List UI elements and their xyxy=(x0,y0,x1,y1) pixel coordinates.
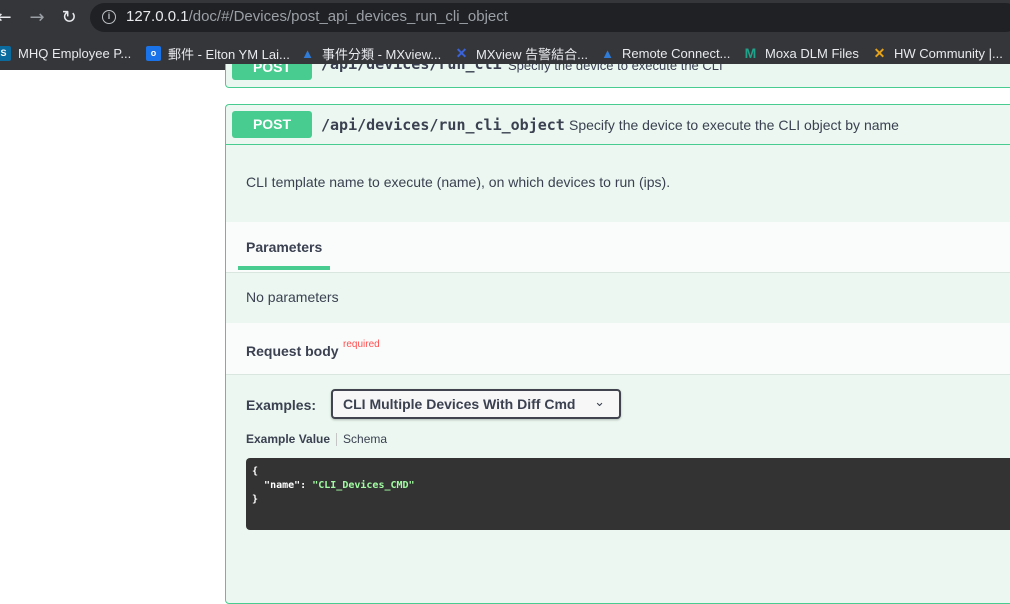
url-host: 127.0.0.1 xyxy=(126,8,189,25)
operation-summary: Specify the device to execute the CLI xyxy=(508,64,723,73)
code-line: { xyxy=(252,466,259,477)
bookmark-item[interactable]: ✕ HW Community |... xyxy=(872,42,1003,64)
bookmark-label: Moxa DLM Files xyxy=(765,45,859,61)
operation-path: /api/devices/run_cli_object xyxy=(321,116,565,134)
example-tabs: Example Value Schema xyxy=(246,432,387,447)
address-bar[interactable]: i 127.0.0.1/doc/#/Devices/post_api_devic… xyxy=(90,3,1010,32)
forward-arrow-icon[interactable]: → xyxy=(25,6,49,30)
tab-example-value[interactable]: Example Value xyxy=(246,432,330,446)
example-code-block: { "name": "CLI_Devices_CMD" } xyxy=(246,458,1010,530)
parameters-header: Parameters xyxy=(226,222,1010,273)
operation-description: CLI template name to execute (name), on … xyxy=(246,174,671,190)
bookmark-label: HW Community |... xyxy=(894,45,1003,61)
url-path: /doc/#/Devices/post_api_devices_run_cli_… xyxy=(188,8,508,25)
swagger-page: POST /api/devices/run_cli Specify the de… xyxy=(0,64,1010,604)
json-string-value: "CLI_Devices_CMD" xyxy=(312,480,415,491)
code-line: } xyxy=(252,494,259,505)
method-badge: POST xyxy=(232,111,312,138)
mxview-icon: ✕ xyxy=(455,44,468,61)
request-body-header: Request body required xyxy=(226,323,1010,375)
divider xyxy=(226,272,1010,273)
bookmark-item[interactable]: o 郵件 - Elton YM Lai... xyxy=(146,42,290,64)
json-key: "name" xyxy=(264,480,301,491)
active-tab-underline xyxy=(238,266,330,270)
back-arrow-icon[interactable]: ← xyxy=(0,6,16,30)
bookmark-item[interactable]: M Moxa DLM Files xyxy=(743,42,859,64)
bookmark-item[interactable]: S MHQ Employee P... xyxy=(0,42,131,64)
bookmark-label: Remote Connect... xyxy=(622,45,731,61)
bookmark-label: MXview 告警結合... xyxy=(476,46,588,62)
reload-icon[interactable]: ↻ xyxy=(57,6,81,30)
request-body-title: Request body xyxy=(246,343,339,359)
azure-devops-icon: ▲ xyxy=(301,45,314,61)
tab-divider xyxy=(336,433,338,447)
previous-operation-block[interactable]: POST /api/devices/run_cli Specify the de… xyxy=(225,64,1010,88)
bookmark-label: 事件分類 - MXview... xyxy=(322,46,442,62)
url-text[interactable]: 127.0.0.1/doc/#/Devices/post_api_devices… xyxy=(126,8,508,25)
operation-summary-bar[interactable]: POST /api/devices/run_cli_object Specify… xyxy=(226,105,1010,145)
bookmark-item[interactable]: ▲ Remote Connect... xyxy=(600,42,730,64)
examples-select[interactable]: CLI Multiple Devices With Diff Cmd ⌄ xyxy=(331,389,621,419)
moxa-icon: M xyxy=(744,44,757,61)
json-colon: : xyxy=(300,480,313,491)
bookmark-label: 郵件 - Elton YM Lai... xyxy=(168,46,290,62)
outlook-icon: o xyxy=(146,45,161,61)
examples-label: Examples: xyxy=(246,397,317,413)
operation-block: POST /api/devices/run_cli_object Specify… xyxy=(225,104,1010,604)
examples-selected-value: CLI Multiple Devices With Diff Cmd xyxy=(343,396,576,412)
tab-schema[interactable]: Schema xyxy=(343,432,387,446)
bookmarks-bar: S MHQ Employee P... o 郵件 - Elton YM Lai...… xyxy=(0,38,1010,66)
bookmark-item[interactable]: ▲ 事件分類 - MXview... xyxy=(300,42,441,64)
site-info-icon[interactable]: i xyxy=(102,10,116,24)
hw-icon: ✕ xyxy=(873,44,886,61)
sharepoint-icon: S xyxy=(0,45,11,61)
no-parameters-text: No parameters xyxy=(246,289,339,305)
required-badge: required xyxy=(343,339,380,350)
browser-chrome: ← → ↻ i 127.0.0.1/doc/#/Devices/post_api… xyxy=(0,0,1010,70)
bookmark-item[interactable]: ✕ MXview 告警結合... xyxy=(454,42,588,64)
chevron-down-icon: ⌄ xyxy=(594,395,605,410)
address-row: ← → ↻ i 127.0.0.1/doc/#/Devices/post_api… xyxy=(0,0,1010,36)
tab-parameters[interactable]: Parameters xyxy=(246,239,322,255)
bookmark-label: MHQ Employee P... xyxy=(18,45,132,61)
operation-path: /api/devices/run_cli xyxy=(321,64,502,73)
operation-summary: Specify the device to execute the CLI ob… xyxy=(569,117,899,133)
azure-devops-icon: ▲ xyxy=(601,45,614,61)
code-line: "name": "CLI_Devices_CMD" xyxy=(252,479,1010,493)
method-badge: POST xyxy=(232,64,312,80)
